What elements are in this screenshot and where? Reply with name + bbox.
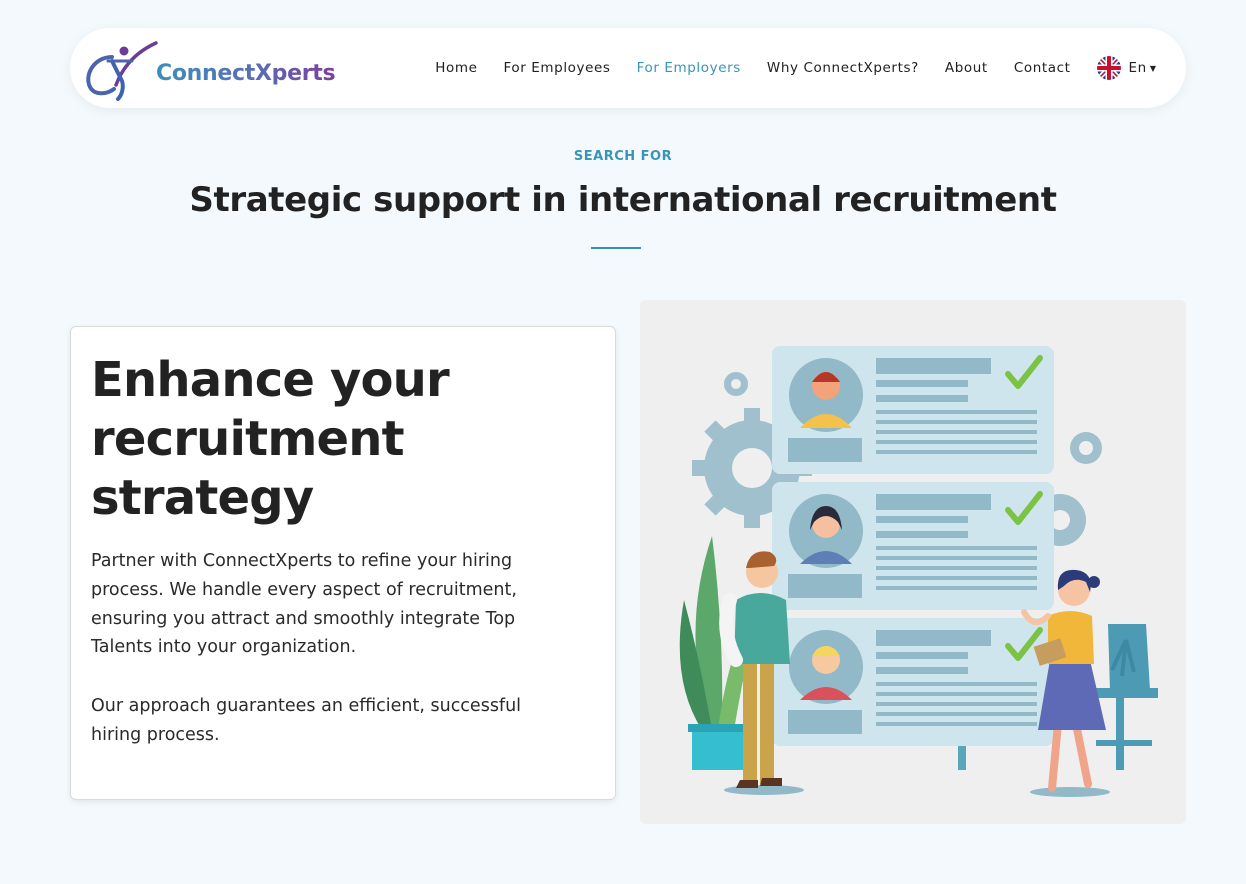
- nav-contact[interactable]: Contact: [1014, 60, 1071, 76]
- uk-flag-icon: [1096, 56, 1121, 80]
- card-paragraph-1: Partner with ConnectXperts to refine you…: [91, 551, 517, 658]
- content-card: Enhance your recruitment strategy Partne…: [70, 326, 616, 800]
- nav-for-employees[interactable]: For Employees: [503, 60, 610, 76]
- nav-about[interactable]: About: [945, 60, 988, 76]
- card-title: Enhance your recruitment strategy: [91, 352, 450, 526]
- brand-name: ConnectXperts: [156, 60, 336, 86]
- main-nav: Home For Employees For Employers Why Con…: [409, 28, 1156, 108]
- navbar: ConnectXperts Home For Employees For Emp…: [70, 28, 1186, 108]
- recruitment-illustration: [640, 300, 1186, 824]
- nav-home[interactable]: Home: [435, 60, 477, 76]
- recruitment-candidates-illustration-icon: [679, 346, 1158, 797]
- card-paragraph-2: Our approach guarantees an efficient, su…: [91, 696, 522, 745]
- brand-logo-link[interactable]: ConnectXperts: [82, 35, 336, 101]
- language-label: En: [1128, 60, 1147, 76]
- language-dropdown[interactable]: En ▼: [1096, 56, 1156, 80]
- nav-for-employers[interactable]: For Employers: [637, 60, 741, 76]
- section-title: Strategic support in international recru…: [189, 180, 1057, 220]
- brand-logo-icon: [86, 41, 158, 101]
- title-divider: [591, 247, 641, 249]
- nav-why-connectxperts[interactable]: Why ConnectXperts?: [767, 60, 919, 76]
- caret-down-icon: ▼: [1149, 64, 1156, 73]
- section-eyebrow: SEARCH FOR: [573, 149, 673, 164]
